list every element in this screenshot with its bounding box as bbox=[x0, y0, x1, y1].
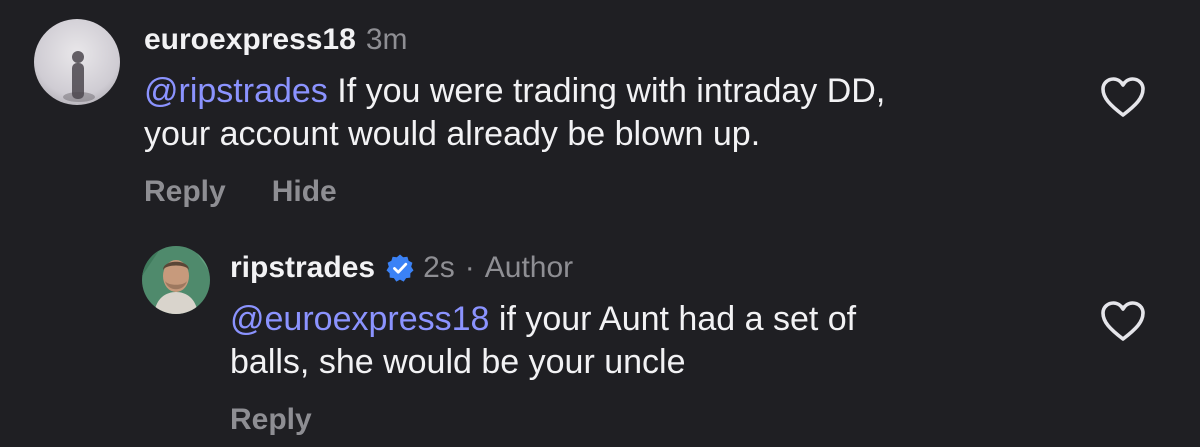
comment-actions: Reply bbox=[230, 398, 312, 442]
heart-outline-icon bbox=[1101, 77, 1145, 117]
like-button[interactable] bbox=[1100, 76, 1146, 118]
comment-actions: Reply Hide bbox=[144, 170, 337, 214]
separator-dot: · bbox=[464, 251, 475, 284]
like-button[interactable] bbox=[1100, 300, 1146, 342]
comment-text-line: balls, she would be your uncle bbox=[230, 343, 686, 381]
comment-header: euroexpress18 3m bbox=[144, 18, 408, 62]
timestamp: 2s bbox=[423, 251, 455, 284]
reply-button[interactable]: Reply bbox=[230, 403, 312, 437]
comment-body: @ripstrades If you were trading with int… bbox=[144, 70, 1044, 156]
comment-text-line: your account would already be blown up. bbox=[144, 115, 761, 153]
author-tag: Author bbox=[484, 251, 574, 284]
comment-body: @euroexpress18 if your Aunt had a set of… bbox=[230, 298, 1030, 384]
avatar-euroexpress18[interactable] bbox=[34, 19, 120, 105]
username[interactable]: ripstrades bbox=[230, 251, 375, 285]
mention-link[interactable]: @euroexpress18 bbox=[230, 300, 489, 338]
username[interactable]: euroexpress18 bbox=[144, 23, 356, 57]
comment-text-line: if your Aunt had a set of bbox=[489, 300, 857, 338]
avatar-ripstrades[interactable] bbox=[142, 246, 210, 314]
comment-text-line: If you were trading with intraday DD, bbox=[327, 72, 886, 110]
heart-outline-icon bbox=[1101, 301, 1145, 341]
reply-button[interactable]: Reply bbox=[144, 175, 226, 209]
user-avatar-photo bbox=[142, 246, 210, 314]
verified-badge-icon bbox=[385, 253, 415, 283]
user-avatar-photo bbox=[34, 19, 120, 105]
timestamp: 3m bbox=[365, 23, 408, 56]
hide-button[interactable]: Hide bbox=[272, 175, 337, 209]
mention-link[interactable]: @ripstrades bbox=[144, 72, 328, 110]
comment-header: ripstrades 2s · Author bbox=[230, 246, 573, 290]
